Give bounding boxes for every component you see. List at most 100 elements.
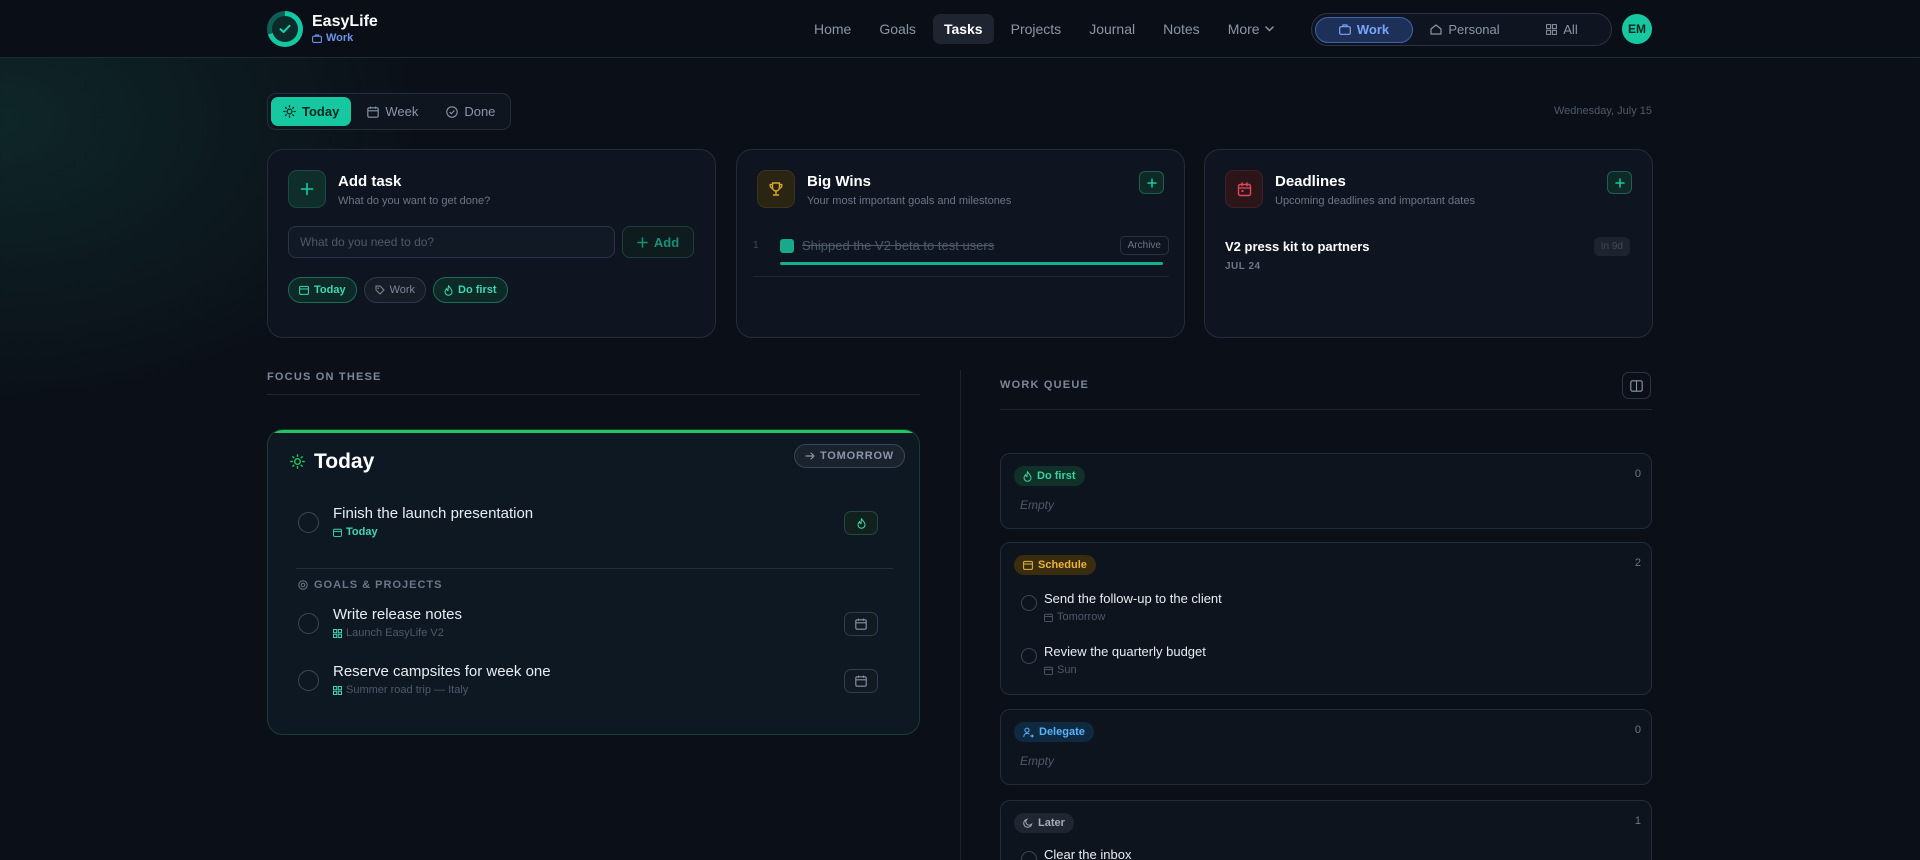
column-divider: [960, 370, 961, 860]
user-avatar[interactable]: EM: [1622, 14, 1652, 44]
today-title: Today: [314, 450, 375, 473]
priority-button[interactable]: [844, 511, 878, 535]
nav-tasks[interactable]: Tasks: [932, 14, 994, 44]
nav-journal[interactable]: Journal: [1078, 14, 1146, 44]
flame-icon: [856, 517, 866, 529]
schedule-button[interactable]: [844, 612, 878, 636]
task-title[interactable]: Finish the launch presentation: [333, 505, 533, 522]
queue-task-item: Clear the inbox: [1021, 847, 1621, 860]
task-due-label: Sun: [1057, 664, 1077, 676]
calendar-icon: [1023, 560, 1033, 570]
delegate-badge: Delegate: [1014, 722, 1094, 742]
deadline-countdown-badge: In 9d: [1593, 237, 1630, 256]
task-project: Summer road trip — Italy: [333, 684, 468, 696]
task-checkbox[interactable]: [298, 512, 319, 533]
sun-icon: [283, 105, 296, 118]
do-first-badge: Do first: [1014, 466, 1085, 486]
context-work[interactable]: Work: [1315, 16, 1413, 43]
deadlines-subtitle: Upcoming deadlines and important dates: [1275, 195, 1475, 207]
group-count: 1: [1634, 815, 1641, 827]
chip-work-label: Work: [389, 284, 416, 296]
task-title[interactable]: Clear the inbox: [1044, 847, 1131, 860]
task-title[interactable]: Reserve campsites for week one: [333, 663, 551, 680]
tab-today[interactable]: Today: [271, 97, 352, 126]
tag-icon: [375, 285, 385, 295]
big-wins-title: Big Wins: [807, 173, 872, 190]
flame-icon: [444, 284, 453, 296]
task-title[interactable]: Send the follow-up to the client: [1044, 591, 1222, 606]
task-checkbox[interactable]: [1021, 851, 1037, 860]
nav-notes[interactable]: Notes: [1152, 14, 1211, 44]
chip-today[interactable]: Today: [288, 277, 357, 303]
check-circle-icon: [446, 105, 459, 118]
task-option-chips: Today Work Do first: [288, 277, 508, 303]
add-task-card: Add task What do you want to get done? A…: [267, 149, 716, 338]
task-checkbox[interactable]: [1021, 595, 1037, 611]
grid-icon: [333, 628, 342, 638]
calendar-icon: [1044, 613, 1053, 622]
nav-home[interactable]: Home: [803, 14, 862, 44]
context-personal[interactable]: Personal: [1413, 17, 1517, 43]
brand[interactable]: EasyLife Work: [267, 11, 378, 47]
trophy-icon: [757, 170, 795, 208]
queue-layout-toggle[interactable]: [1622, 372, 1651, 399]
main-nav: Home Goals Tasks Projects Journal Notes …: [803, 14, 1291, 44]
nav-more-label: More: [1227, 21, 1260, 37]
plus-icon: [637, 236, 648, 248]
nav-goals[interactable]: Goals: [868, 14, 927, 44]
task-project-label: Summer road trip — Italy: [346, 684, 469, 696]
chip-work[interactable]: Work: [363, 277, 427, 303]
goals-projects-label: GOALS & PROJECTS: [298, 579, 442, 591]
plus-icon: [1146, 177, 1157, 188]
task-item: Write release notes Launch EasyLife V2: [298, 606, 878, 650]
app-name: EasyLife: [312, 12, 378, 30]
briefcase-icon: [312, 33, 322, 43]
columns-icon: [1630, 379, 1643, 392]
queue-task-item: Review the quarterly budget Sun: [1021, 644, 1621, 684]
later-badge-label: Later: [1038, 817, 1065, 829]
schedule-button[interactable]: [844, 669, 878, 693]
calendar-icon: [367, 106, 380, 118]
move-to-tomorrow-button[interactable]: TOMORROW: [793, 444, 905, 468]
task-checkbox[interactable]: [298, 670, 319, 691]
arrow-right-icon: [805, 452, 815, 460]
task-due-label: Tomorrow: [1057, 611, 1106, 623]
task-due-label: Today: [346, 526, 378, 538]
delegate-badge-label: Delegate: [1039, 726, 1085, 738]
task-checkbox[interactable]: [298, 613, 319, 634]
nav-projects[interactable]: Projects: [1000, 14, 1073, 44]
group-count: 0: [1634, 468, 1641, 480]
add-big-win-button[interactable]: [1139, 171, 1164, 194]
context-all[interactable]: All: [1517, 17, 1607, 43]
current-context: Work: [312, 31, 378, 46]
deadlines-title: Deadlines: [1275, 173, 1346, 190]
big-win-checkbox[interactable]: [780, 239, 794, 253]
task-checkbox[interactable]: [1021, 648, 1037, 664]
task-item: Finish the launch presentation Today: [298, 505, 878, 549]
nav-more[interactable]: More: [1217, 14, 1285, 44]
task-title[interactable]: Write release notes: [333, 606, 462, 623]
big-wins-subtitle: Your most important goals and milestones: [807, 195, 1012, 207]
context-personal-label: Personal: [1448, 22, 1500, 37]
tab-week[interactable]: Week: [355, 97, 430, 126]
deadlines-card: Deadlines Upcoming deadlines and importa…: [1204, 149, 1653, 338]
task-due: Sun: [1044, 664, 1077, 676]
grid-icon: [1546, 24, 1558, 35]
deadline-date: JUL 24: [1225, 261, 1261, 272]
add-deadline-button[interactable]: [1607, 171, 1632, 194]
group-count: 2: [1634, 557, 1641, 569]
tab-done[interactable]: Done: [434, 97, 507, 126]
focus-section-label: FOCUS ON THESE: [267, 371, 382, 383]
context-switcher: Work Personal All: [1311, 13, 1612, 46]
task-title[interactable]: Review the quarterly budget: [1044, 644, 1206, 659]
divider: [267, 394, 920, 395]
flame-icon: [1023, 470, 1032, 482]
user-arrow-icon: [1023, 727, 1034, 738]
chip-do-first[interactable]: Do first: [433, 277, 508, 303]
archive-button[interactable]: Archive: [1119, 236, 1169, 255]
deadline-title[interactable]: V2 press kit to partners: [1225, 239, 1370, 254]
new-task-input[interactable]: [288, 226, 615, 258]
add-task-button[interactable]: Add: [622, 226, 694, 258]
divider: [753, 276, 1169, 277]
current-context-label: Work: [326, 31, 354, 44]
